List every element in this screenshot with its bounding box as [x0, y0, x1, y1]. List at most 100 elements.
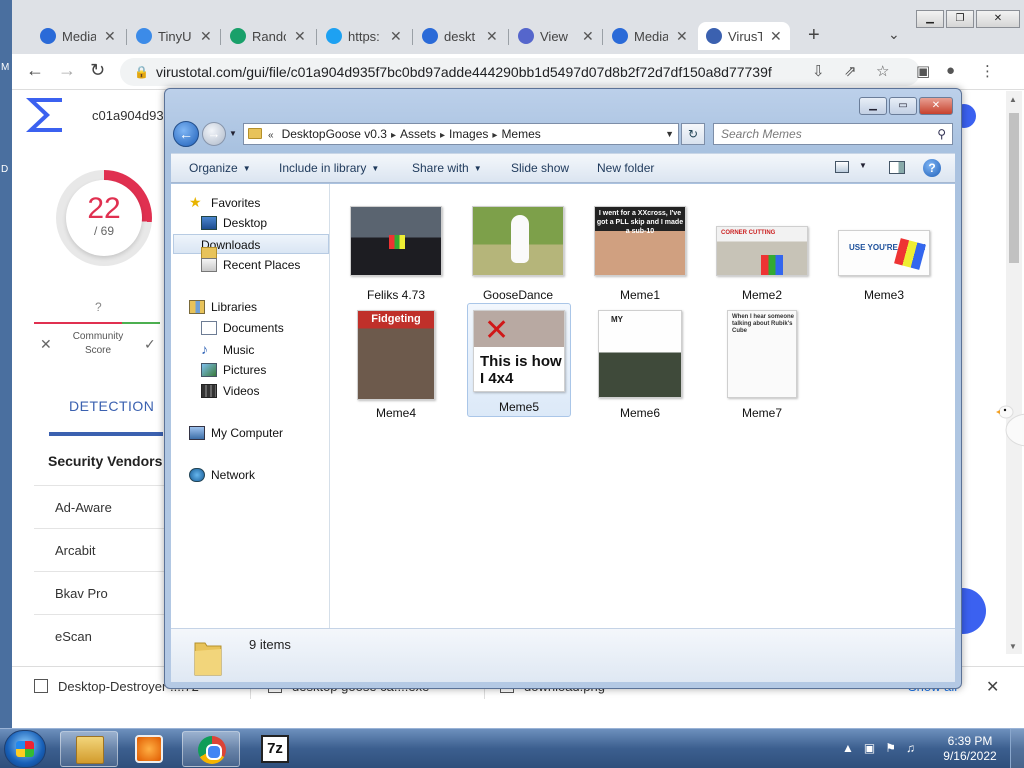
vote-down-icon[interactable]: ✕: [40, 336, 52, 353]
taskbar-7zip[interactable]: 7z: [246, 731, 304, 767]
profile-avatar-icon[interactable]: ●: [946, 62, 955, 79]
browser-tab[interactable]: deskt ✕: [414, 22, 506, 50]
virustotal-logo-icon[interactable]: [24, 96, 64, 134]
nav-music[interactable]: ♪ Music: [201, 339, 325, 359]
scroll-up-icon[interactable]: ▲: [1009, 95, 1017, 104]
tab-close-icon[interactable]: ✕: [770, 28, 782, 45]
taskbar-chrome[interactable]: [182, 731, 240, 767]
bookmark-star-icon[interactable]: ☆: [876, 62, 889, 80]
browser-tab[interactable]: TinyU ✕: [128, 22, 220, 50]
breadcrumb-item[interactable]: Images: [449, 127, 488, 141]
browser-tab[interactable]: View ✕: [510, 22, 602, 50]
reload-icon[interactable]: ↻: [90, 60, 105, 81]
view-options-chevron-icon[interactable]: ▼: [859, 161, 867, 170]
file-item[interactable]: MY Meme6: [588, 310, 692, 420]
tab-close-icon[interactable]: ✕: [676, 28, 688, 45]
nav-network[interactable]: Network: [189, 465, 345, 485]
clock[interactable]: 6:39 PM 9/16/2022: [938, 734, 1002, 764]
goose-icon[interactable]: [996, 400, 1024, 452]
refresh-icon[interactable]: ↻: [681, 123, 705, 145]
vote-up-icon[interactable]: ✓: [144, 336, 156, 353]
change-view-icon[interactable]: [835, 161, 849, 173]
tab-search-icon[interactable]: ⌄: [888, 26, 900, 43]
maximize-button[interactable]: ▭: [889, 97, 917, 115]
address-bar[interactable]: 🔒 virustotal.com/gui/file/c01a904d935f7b…: [120, 58, 920, 86]
browser-tab[interactable]: Media ✕: [604, 22, 696, 50]
chrome-menu-icon[interactable]: ⋮: [980, 62, 995, 80]
file-item[interactable]: Fidgeting Meme4: [344, 310, 448, 420]
taskbar-media-player[interactable]: [120, 731, 178, 767]
breadcrumb-item[interactable]: DesktopGoose v0.3: [282, 127, 387, 141]
new-folder-button[interactable]: New folder: [597, 161, 654, 175]
slide-show-button[interactable]: Slide show: [511, 161, 569, 175]
start-button[interactable]: [4, 730, 46, 768]
minimize-button[interactable]: ▁: [859, 97, 887, 115]
action-center-icon[interactable]: ⚑: [885, 741, 906, 755]
forward-arrow-icon[interactable]: →: [58, 60, 76, 81]
security-vendors-heading: Security Vendors: [48, 453, 163, 469]
file-item[interactable]: USE YOU'RE BRAIN Meme3: [832, 206, 936, 302]
page-scrollbar[interactable]: ▲ ▼: [1006, 91, 1022, 654]
nav-pictures[interactable]: Pictures: [201, 360, 325, 380]
side-panel-icon[interactable]: ▣: [916, 62, 930, 80]
file-item[interactable]: When I hear someone talking about Rubik'…: [710, 310, 814, 420]
search-input[interactable]: Search Memes ⚲: [713, 123, 953, 145]
nav-videos[interactable]: Videos: [201, 381, 325, 401]
recent-pages-chevron-icon[interactable]: ▼: [229, 129, 237, 138]
breadcrumb-item[interactable]: Assets: [400, 127, 436, 141]
taskbar-explorer[interactable]: [60, 731, 118, 767]
new-tab-button[interactable]: +: [808, 24, 820, 47]
overflow-chevron[interactable]: «: [268, 130, 274, 141]
nav-recent-places[interactable]: Recent Places: [201, 255, 325, 275]
browser-tab[interactable]: https: ✕: [318, 22, 410, 50]
share-icon[interactable]: ⇗: [844, 62, 857, 80]
file-item[interactable]: GooseDance: [466, 206, 570, 302]
share-with-button[interactable]: Share with ▼: [412, 161, 482, 175]
browser-tab[interactable]: Media ✕: [32, 22, 124, 50]
nav-favorites[interactable]: ★ Favorites: [189, 192, 345, 212]
scroll-down-icon[interactable]: ▼: [1009, 642, 1017, 651]
breadcrumb-item[interactable]: Memes: [501, 127, 540, 141]
nav-libraries[interactable]: Libraries: [189, 297, 345, 317]
nav-desktop[interactable]: Desktop: [201, 213, 325, 233]
preview-pane-icon[interactable]: [889, 161, 905, 174]
videos-icon: [201, 384, 217, 398]
system-tray: ▲▣⚑♫: [842, 741, 925, 755]
volume-icon[interactable]: ♫: [906, 741, 925, 755]
close-button[interactable]: ✕: [976, 10, 1020, 28]
tab-close-icon[interactable]: ✕: [390, 28, 402, 45]
file-item[interactable]: I went for a XXcross, I've got a PLL ski…: [588, 206, 692, 302]
install-icon[interactable]: ⇩: [812, 62, 825, 80]
nav-documents[interactable]: Documents: [201, 318, 325, 338]
tab-close-icon[interactable]: ✕: [200, 28, 212, 45]
forward-arrow-icon[interactable]: →: [202, 122, 226, 146]
tab-close-icon[interactable]: ✕: [104, 28, 116, 45]
close-button[interactable]: ✕: [919, 97, 953, 115]
minimize-button[interactable]: ▁: [916, 10, 944, 28]
star-icon: ★: [189, 194, 202, 210]
tab-close-icon[interactable]: ✕: [294, 28, 306, 45]
show-desktop-button[interactable]: [1010, 729, 1024, 768]
back-arrow-icon[interactable]: ←: [26, 60, 44, 81]
nav-downloads[interactable]: Downloads: [173, 234, 329, 261]
restore-button[interactable]: ❐: [946, 10, 974, 28]
organize-button[interactable]: Organize ▼: [189, 161, 251, 175]
network-icon[interactable]: ▣: [864, 741, 885, 755]
browser-tab[interactable]: VirusT ✕: [698, 22, 790, 50]
tab-detection[interactable]: DETECTION: [69, 398, 154, 414]
address-dropdown-icon[interactable]: ▼: [665, 124, 674, 144]
address-bar[interactable]: « DesktopGoose v0.3 ▸ Assets ▸ Images ▸ Memes ▼: [243, 123, 679, 145]
tab-close-icon[interactable]: ✕: [582, 28, 594, 45]
back-arrow-icon[interactable]: ←: [173, 121, 199, 147]
help-icon[interactable]: ?: [923, 159, 941, 177]
file-item-selected[interactable]: ✕ This is how I 4x4 Meme5: [467, 303, 571, 417]
browser-tab[interactable]: Rando ✕: [222, 22, 314, 50]
nav-my-computer[interactable]: My Computer: [189, 423, 345, 443]
show-hidden-icons-icon[interactable]: ▲: [842, 741, 864, 755]
file-item[interactable]: CORNER CUTTING Meme2: [710, 206, 814, 302]
tab-close-icon[interactable]: ✕: [486, 28, 498, 45]
include-in-library-button[interactable]: Include in library ▼: [279, 161, 379, 175]
file-item[interactable]: Feliks 4.73: [344, 206, 448, 302]
scrollbar-thumb[interactable]: [1009, 113, 1019, 263]
close-downloads-icon[interactable]: ✕: [986, 677, 999, 697]
